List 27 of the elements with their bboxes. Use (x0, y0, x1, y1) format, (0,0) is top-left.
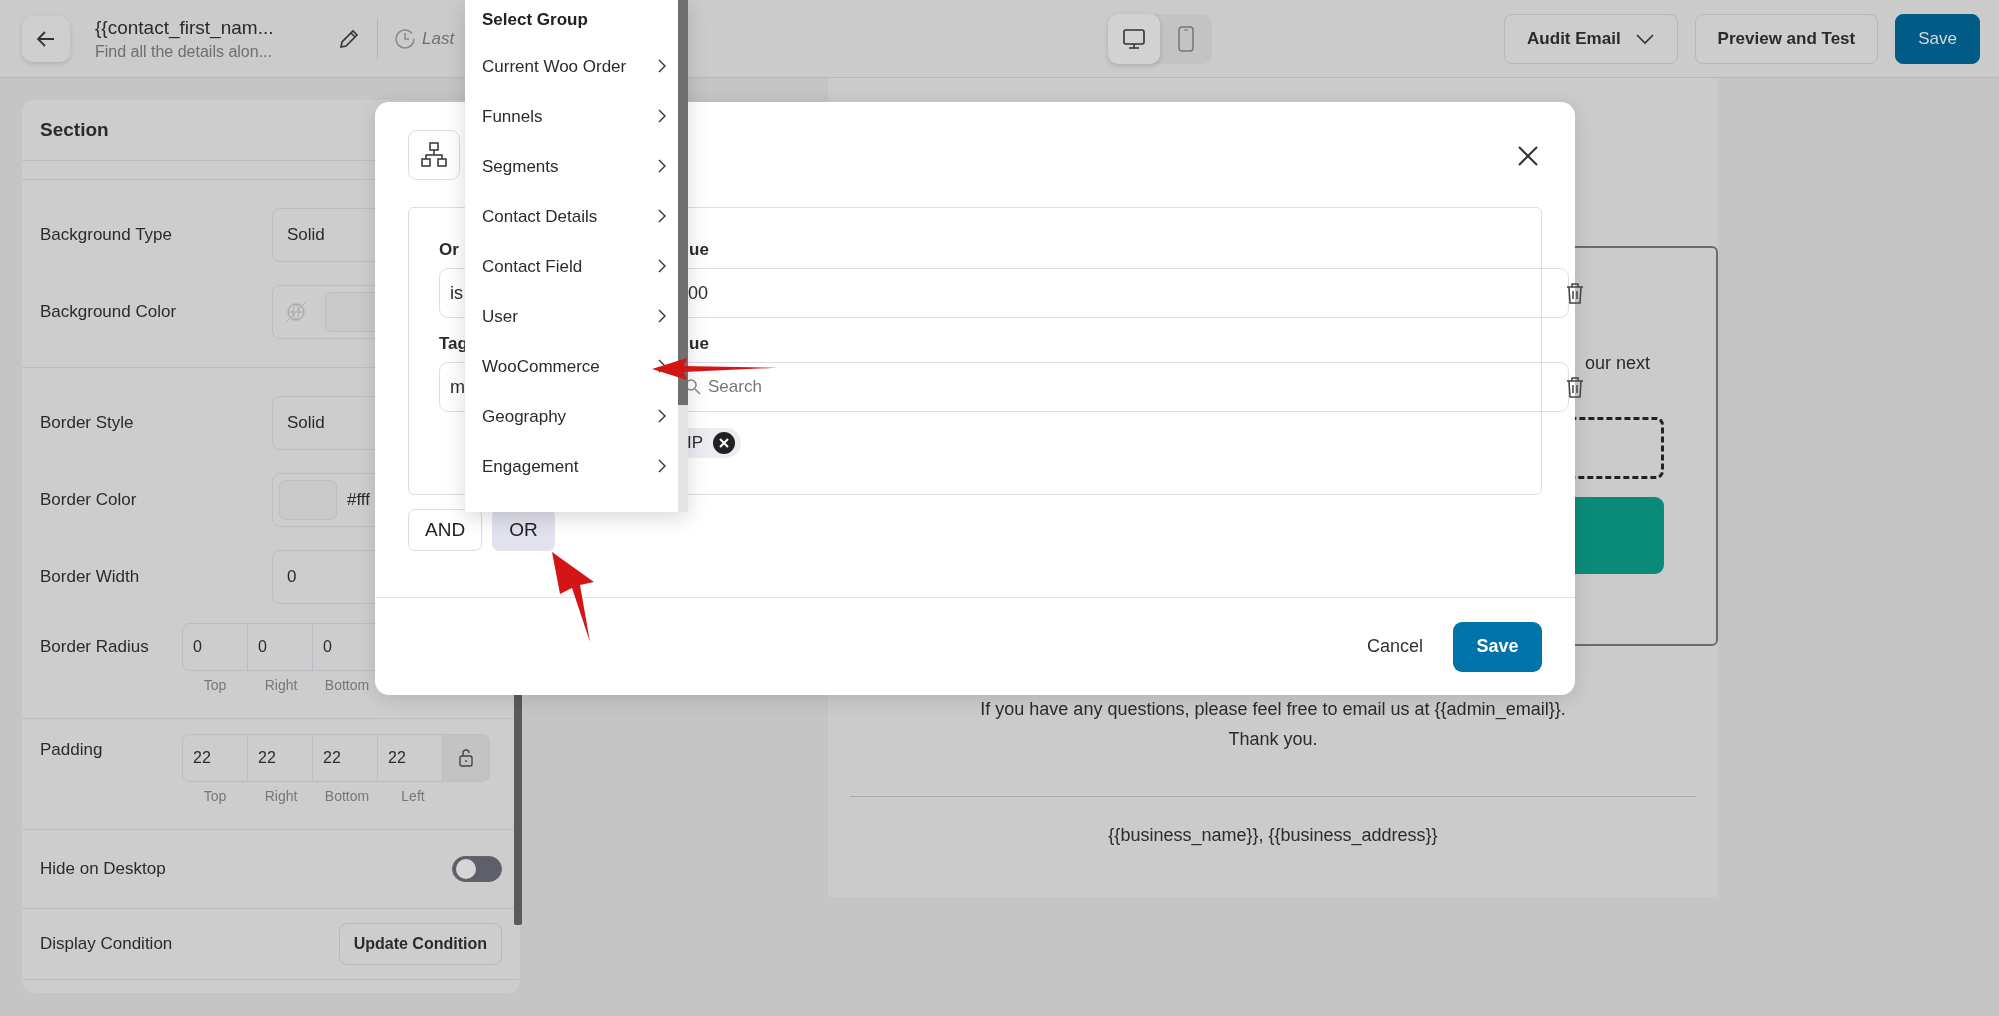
side-label: Top (202, 677, 228, 693)
setting-label: Border Color (40, 489, 138, 510)
field-label: ue (689, 240, 709, 260)
side-label: Left (400, 788, 426, 804)
last-saved-text: Last (422, 28, 455, 49)
setting-label: Hide on Desktop (40, 859, 167, 879)
setting-label: Background Color (40, 301, 178, 322)
setting-label: Border Width (40, 566, 141, 587)
field-label: ue (689, 334, 709, 354)
side-label: Bottom (323, 788, 371, 804)
email-text: Thank you. (1228, 728, 1318, 751)
setting-label: Border Style (40, 412, 135, 433)
field-label: Or (439, 240, 459, 260)
side-label: Right (263, 788, 299, 804)
setting-label: Padding (40, 740, 104, 760)
setting-label: Display Condition (40, 934, 174, 954)
email-title: {{contact_first_nam... (95, 16, 275, 39)
side-label: Right (263, 677, 299, 693)
email-subtitle: Find all the details alon... (95, 42, 273, 61)
menu-heading: Select Group (481, 10, 589, 31)
footer-text: {{business_name}}, {{business_address}} (1108, 825, 1438, 846)
side-label: Top (202, 788, 228, 804)
side-label: Bottom (323, 677, 371, 693)
setting-label: Background Type (40, 224, 173, 245)
setting-label: Border Radius (40, 637, 150, 657)
card-text: our next (1584, 353, 1650, 374)
email-text: If you have any questions, please feel free to email us at {{admin_email}}. (980, 698, 1566, 722)
